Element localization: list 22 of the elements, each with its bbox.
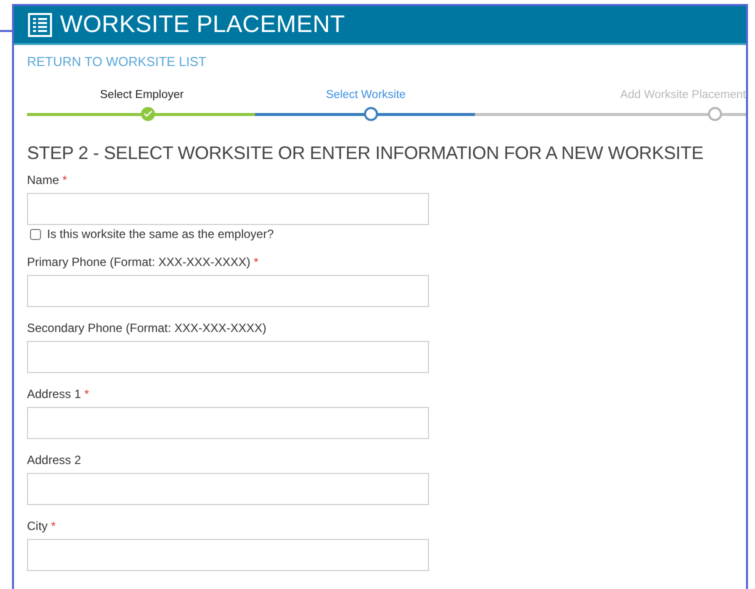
field-label: Secondary Phone (Format: XXX-XXX-XXXX) (27, 321, 266, 335)
step-label: Select Employer (99, 89, 185, 103)
text-input[interactable] (27, 193, 429, 225)
step-label: Add Worksite Placement (619, 89, 746, 103)
step-marker (364, 107, 378, 121)
list-icon (28, 12, 52, 36)
same-as-employer-checkbox[interactable] (30, 228, 41, 240)
field-label: Address 1 * (27, 387, 90, 401)
text-input[interactable] (27, 275, 429, 307)
step-label: Select Worksite (325, 89, 407, 103)
step-marker (708, 107, 722, 121)
field-label: Name * (27, 173, 68, 187)
text-input[interactable] (27, 407, 429, 439)
text-input[interactable] (27, 473, 429, 505)
field-label: City * (27, 519, 56, 533)
checkbox-label[interactable]: Is this worksite the same as the employer? (27, 227, 746, 241)
text-input[interactable] (27, 539, 429, 571)
field-label: Address 2 (27, 453, 82, 467)
step-heading: STEP 2 - SELECT WORKSITE OR ENTER INFORMATION FOR A NEW WORKSITE (27, 142, 704, 165)
field-label: Primary Phone (Format: XXX-XXX-XXXX) * (27, 255, 258, 269)
text-input[interactable] (27, 341, 429, 373)
page-title: WORKSITE PLACEMENT (60, 10, 345, 38)
